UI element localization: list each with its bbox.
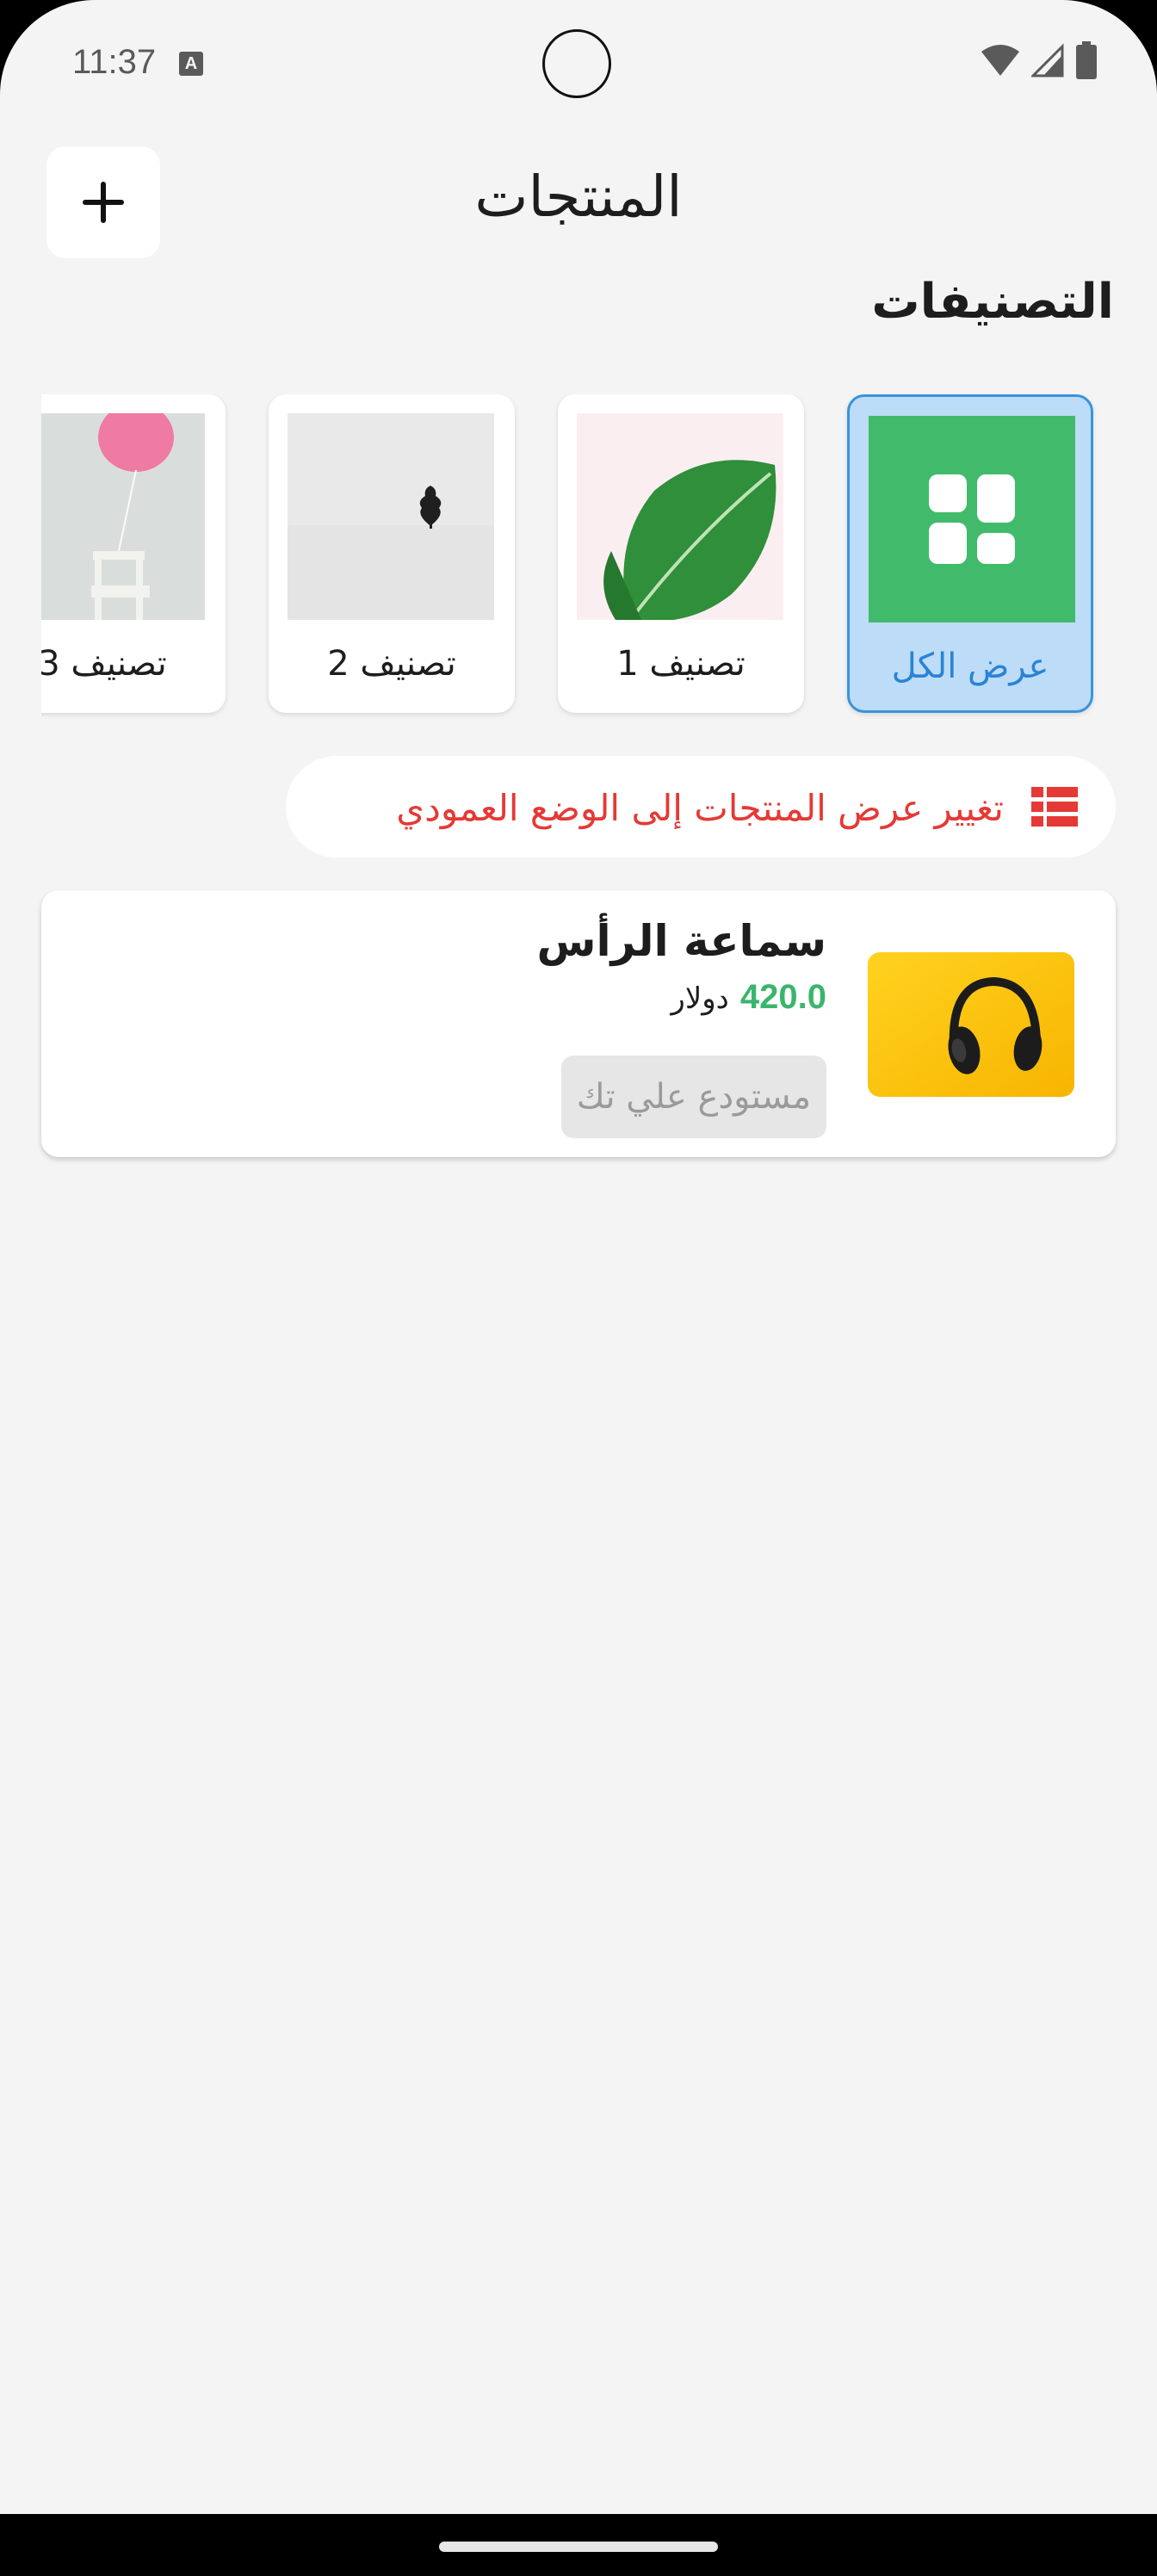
price-currency: دولار xyxy=(671,981,729,1016)
product-card[interactable]: سماعة الرأس 420.0 دولار مستودع علي تك xyxy=(41,890,1116,1157)
wifi-icon xyxy=(981,45,1019,76)
categories-title: التصنيفات xyxy=(871,274,1114,330)
category-all[interactable]: عرض الكل xyxy=(847,394,1093,713)
signal-icon xyxy=(1031,43,1064,77)
balloon-image xyxy=(41,413,205,620)
price-value: 420.0 xyxy=(739,978,826,1016)
camera-cutout xyxy=(542,29,611,98)
battery-icon xyxy=(1076,41,1097,79)
headphones-image xyxy=(868,952,1074,1097)
product-price: 420.0 دولار xyxy=(671,978,826,1017)
category-1[interactable]: تصنيف 1 xyxy=(558,394,804,713)
screen: 11:37 A المنتجات التصنيفات عرض الكل تصني… xyxy=(0,0,1157,2576)
category-label: تصنيف 3 xyxy=(41,644,167,684)
home-gesture-handle[interactable] xyxy=(439,2542,718,2552)
leaf-image xyxy=(577,413,783,620)
category-label: تصنيف 1 xyxy=(616,644,746,684)
view-toggle-button[interactable]: تغيير عرض المنتجات إلى الوضع العمودي xyxy=(286,756,1116,858)
category-label: عرض الكل xyxy=(891,647,1049,686)
tree-image xyxy=(288,413,494,620)
view-toggle-label: تغيير عرض المنتجات إلى الوضع العمودي xyxy=(396,787,1004,829)
category-3[interactable]: تصنيف 3 xyxy=(41,394,226,713)
category-2[interactable]: تصنيف 2 xyxy=(269,394,515,713)
warehouse-chip[interactable]: مستودع علي تك xyxy=(560,1056,826,1138)
grid-icon xyxy=(869,416,1075,622)
keyboard-indicator-icon: A xyxy=(179,52,203,76)
status-time: 11:37 xyxy=(72,43,157,81)
product-name: سماعة الرأس xyxy=(536,916,827,966)
page-title: المنتجات xyxy=(474,164,683,230)
categories-list[interactable]: عرض الكل تصنيف 1 تصنيف 2 تصنيف 3 xyxy=(41,394,1157,721)
category-label: تصنيف 2 xyxy=(327,644,456,684)
list-view-icon xyxy=(1031,787,1078,827)
status-icons xyxy=(981,41,1097,79)
